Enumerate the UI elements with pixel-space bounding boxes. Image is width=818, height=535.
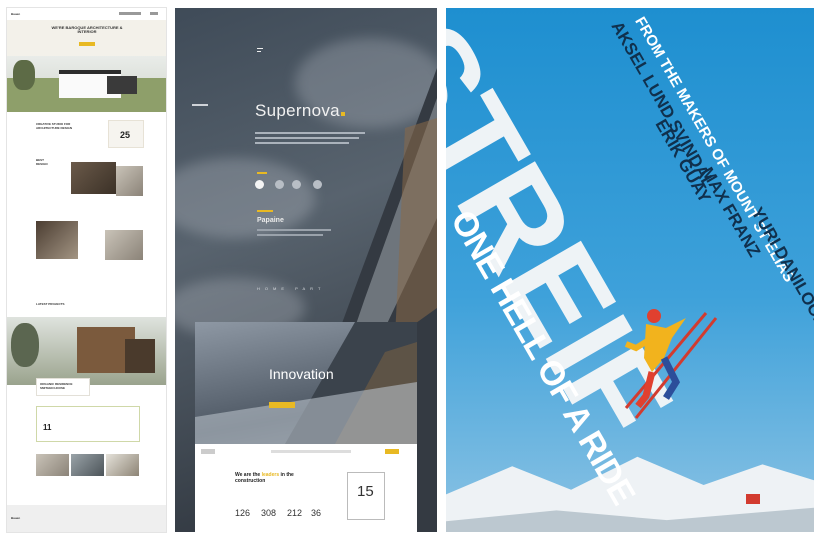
project-photo-2[interactable] [116, 166, 143, 196]
project-title: ORGANIC RESIDENCE SMITHEN HOUSE [40, 382, 73, 390]
stat-3: 212 [287, 508, 303, 518]
feature-icon-2[interactable] [275, 180, 284, 189]
years-badge: 15 [347, 472, 385, 520]
supernova-title: Supernova [255, 101, 345, 121]
intro-line-1 [255, 132, 365, 134]
poster-logo [746, 494, 760, 504]
accent-bar-2 [257, 210, 273, 212]
site-logo[interactable]: Bauen [11, 12, 20, 16]
testimonial-card: 11 [36, 406, 140, 442]
supernova-title-text: Supernova [255, 101, 340, 120]
architecture-site-preview: Bauen WE'RE BAROQUE ARCHITECTURE & INTER… [7, 8, 166, 532]
footer-caption: HOME PART [257, 286, 326, 291]
hero-button[interactable] [79, 42, 95, 46]
sub-text-line-2 [257, 234, 323, 236]
feature-icon-4[interactable] [313, 180, 322, 189]
innovation-button[interactable] [269, 402, 295, 408]
menu-icon[interactable] [150, 12, 158, 15]
feature-icon-3[interactable] [292, 180, 301, 189]
sub-title: Papaine [257, 217, 284, 224]
nav-cta[interactable] [385, 449, 399, 454]
accent-bar [257, 172, 267, 174]
stat-value: 25 [120, 130, 131, 140]
footer-logo[interactable]: Bauen [11, 516, 20, 520]
intro-line-2 [255, 137, 359, 139]
innovation-title: Innovation [269, 366, 334, 382]
site-header: Bauen [7, 8, 166, 20]
innovation-site-preview: Innovation We are the leaders in the con… [195, 322, 417, 532]
latest-projects-heading: LATEST PROJECTS [36, 302, 65, 306]
accent-dot [340, 112, 345, 116]
menu-icon-line [257, 51, 261, 52]
sub-text-line [257, 229, 331, 231]
site-footer: Bauen [7, 505, 166, 532]
stat-2: 308 [261, 508, 277, 518]
feature-icon-1[interactable] [255, 180, 264, 189]
years-badge-value: 15 [357, 483, 374, 500]
menu-icon[interactable] [257, 48, 263, 49]
stat-4: 36 [311, 508, 322, 518]
hero-house-image [7, 56, 166, 112]
project-photo-3[interactable] [36, 221, 78, 259]
side-label [192, 104, 208, 106]
hero-section: WE'RE BAROQUE ARCHITECTURE & INTERIOR [7, 20, 166, 112]
project-caption-card: ORGANIC RESIDENCE SMITHEN HOUSE [36, 378, 90, 396]
gallery-thumb-3[interactable] [106, 454, 139, 476]
hero-title: WE'RE BAROQUE ARCHITECTURE & INTERIOR [51, 25, 123, 34]
innovation-hero: Innovation [195, 322, 417, 444]
about-heading: CREATIVE STUDIO FOR ARCHITECTURE DESIGN [36, 122, 73, 130]
innovation-nav [201, 448, 411, 456]
gallery-thumb-1[interactable] [36, 454, 69, 476]
section-label: BEST DESIGN [36, 158, 48, 166]
project-photo-1[interactable] [71, 162, 116, 194]
header-contact [119, 12, 141, 15]
stat-card: 25 [108, 120, 144, 148]
intro-line-3 [255, 142, 349, 144]
testimonial-stat: 11 [43, 423, 52, 432]
nav-links[interactable] [271, 450, 351, 453]
gallery-thumb-2[interactable] [71, 454, 104, 476]
project-photo-4[interactable] [105, 230, 143, 260]
streif-movie-poster: STREIF FROM THE MAKERS OF MOUNT ST ELIAS… [446, 8, 814, 532]
supernova-site-preview: Supernova Papaine HOME PART Innovation W… [175, 8, 437, 532]
innovation-heading: We are the leaders in the construction [235, 472, 294, 484]
nav-logo[interactable] [201, 449, 215, 454]
latest-project-image[interactable] [7, 317, 166, 385]
stat-1: 126 [235, 508, 251, 518]
skier-image [624, 309, 718, 419]
